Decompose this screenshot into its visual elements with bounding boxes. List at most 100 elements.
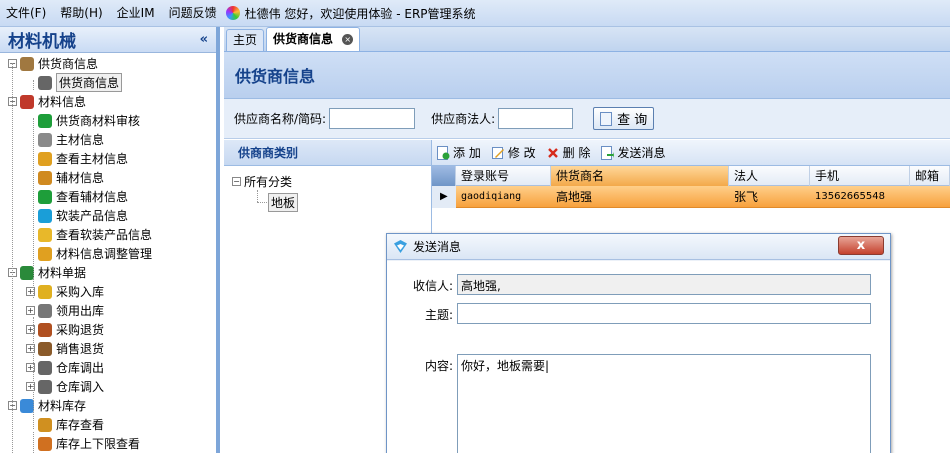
tools-icon [38, 303, 52, 318]
chart-icon [20, 265, 34, 280]
sidebar-item-label: 采购退货 [56, 323, 105, 337]
sidebar-item[interactable]: − 材料库存 [8, 396, 86, 415]
recipient-field[interactable]: 高地强, [457, 274, 871, 295]
sidebar-title: 材料机械 [8, 32, 76, 52]
col-email[interactable]: 邮箱 [910, 166, 950, 186]
sidebar-item[interactable]: 查看主材信息 [26, 149, 128, 168]
tab-home[interactable]: 主页 [226, 29, 265, 51]
sidebar-item[interactable]: + 领用出库 [26, 301, 104, 320]
search-bar: 供应商名称/简码: 供应商法人: 查 询 [224, 99, 950, 139]
expand-icon[interactable]: + [26, 306, 35, 315]
delete-button[interactable]: 删 除 [546, 144, 590, 161]
sidebar-item[interactable]: 库存上下限查看 [26, 434, 140, 453]
sidebar-item-label: 销售退货 [56, 342, 105, 356]
sidebar-item-label: 供货商材料审核 [56, 114, 141, 128]
add-button[interactable]: 添 加 [436, 144, 481, 161]
legal-person-input[interactable] [498, 108, 574, 129]
edit-icon [491, 146, 504, 159]
menu-enterprise-im[interactable]: 企业IM [110, 0, 162, 27]
sidebar-item-label: 材料信息调整管理 [56, 247, 153, 261]
sidebar-item[interactable]: 查看软装产品信息 [26, 225, 152, 244]
sidebar-item[interactable]: − 材料单据 [8, 263, 86, 282]
add-icon [437, 145, 450, 160]
col-phone[interactable]: 手机 [810, 166, 910, 186]
sidebar-item[interactable]: 查看辅材信息 [26, 187, 128, 206]
sidebar-item[interactable]: + 仓库调出 [26, 358, 104, 377]
select-all-corner[interactable] [432, 166, 456, 186]
sidebar-item[interactable]: 材料信息调整管理 [26, 244, 152, 263]
query-button[interactable]: 查 询 [593, 107, 655, 130]
sidebar-item[interactable]: − 供货商信息 [8, 54, 98, 73]
send-label: 发送消息 [617, 146, 666, 160]
sidebar-item[interactable]: + 采购退货 [26, 320, 104, 339]
supplier-name-label: 供应商名称/简码: [234, 112, 327, 126]
sidebar-item-label: 采购入库 [56, 285, 105, 299]
sidebar-item-label: 材料信息 [38, 95, 87, 109]
category-header: 供商商类别 [224, 140, 431, 166]
collapse-toggle-icon[interactable]: − [232, 177, 241, 186]
supplier-name-input[interactable] [329, 108, 416, 129]
sidebar-item-label: 领用出库 [56, 304, 105, 318]
sidebar-item-label: 仓库调入 [56, 380, 105, 394]
sidebar-item[interactable]: 库存查看 [26, 415, 104, 434]
menu-help[interactable]: 帮助(H) [53, 0, 109, 27]
tab-close-icon[interactable]: × [342, 34, 354, 45]
wrench-icon [38, 132, 52, 147]
gear-icon [38, 151, 52, 166]
dialog-title: 发送消息 [413, 240, 462, 254]
category-item-floor[interactable]: 地板 [268, 193, 299, 212]
dialog-titlebar: 发送消息 x [387, 234, 890, 260]
dialog-close-button[interactable]: x [838, 236, 884, 255]
send-message-dialog: 发送消息 x 收信人: 高地强, 主题: 内容: 你好，地板需要| [386, 233, 891, 453]
col-legal-person[interactable]: 法人 [729, 166, 810, 186]
pencil-icon [38, 284, 52, 299]
check-icon [38, 113, 52, 128]
menu-file[interactable]: 文件(F) [0, 0, 53, 27]
sidebar-item[interactable]: 软装产品信息 [26, 206, 128, 225]
edit-button[interactable]: 修 改 [491, 144, 536, 161]
sidebar-item[interactable]: 供货商信息 [26, 73, 123, 92]
bag-icon [38, 341, 52, 356]
sidebar-item-label: 材料库存 [38, 399, 87, 413]
sidebar-item[interactable]: 主材信息 [26, 130, 104, 149]
send-message-button[interactable]: 发送消息 [600, 144, 666, 161]
sidebar-item-label: 辅材信息 [56, 171, 105, 185]
sidebar-item-label: 仓库调出 [56, 361, 105, 375]
menu-bar: 文件(F) 帮助(H) 企业IM 问题反馈 杜德伟 您好，欢迎使用体验 - ER… [0, 0, 950, 27]
swirl-icon [38, 208, 52, 223]
content-textarea[interactable]: 你好，地板需要| [457, 354, 871, 453]
category-item-label: 地板 [268, 193, 299, 212]
page-title-bar: 供货商信息 [224, 52, 950, 99]
cell-email [910, 186, 950, 208]
sidebar-item-label: 库存上下限查看 [56, 437, 141, 451]
sidebar-item[interactable]: + 采购入库 [26, 282, 104, 301]
sidebar-item[interactable]: 辅材信息 [26, 168, 104, 187]
list-icon [38, 417, 52, 432]
table-row[interactable]: ▶ gaodiqiang 高地强 张飞 13562665548 [432, 186, 950, 208]
pen-icon [38, 170, 52, 185]
menu-feedback[interactable]: 问题反馈 [162, 0, 224, 27]
sidebar-item[interactable]: − 材料信息 [8, 92, 86, 111]
sidebar-item[interactable]: 供货商材料审核 [26, 111, 140, 130]
sidebar-item[interactable]: + 销售退货 [26, 339, 104, 358]
subject-label: 主题: [424, 308, 453, 322]
col-supplier-name[interactable]: 供货商名 [551, 166, 729, 186]
sidebar-item-label: 主材信息 [56, 133, 105, 147]
recipient-label: 收信人: [412, 279, 453, 293]
sidebar-item[interactable]: + 仓库调入 [26, 377, 104, 396]
tab-supplier-info[interactable]: 供货商信息 × [266, 27, 361, 51]
collapse-icon[interactable]: « [200, 32, 208, 47]
sidebar-item-label: 查看辅材信息 [56, 190, 129, 204]
sidebar-item-label: 供货商信息 [38, 57, 99, 71]
col-login[interactable]: 登录账号 [456, 166, 551, 186]
cell-legal-person: 张飞 [734, 190, 759, 204]
sidebar-item-label: 供货商信息 [56, 73, 123, 92]
globe-icon [20, 398, 34, 413]
sidebar-item-label: 查看主材信息 [56, 152, 129, 166]
subject-input[interactable] [457, 303, 871, 324]
brush-icon [38, 246, 52, 261]
category-root[interactable]: − 所有分类 [232, 172, 292, 191]
tab-home-label: 主页 [233, 33, 258, 47]
legal-person-label: 供应商法人: [431, 112, 496, 126]
truck-icon [38, 379, 52, 394]
